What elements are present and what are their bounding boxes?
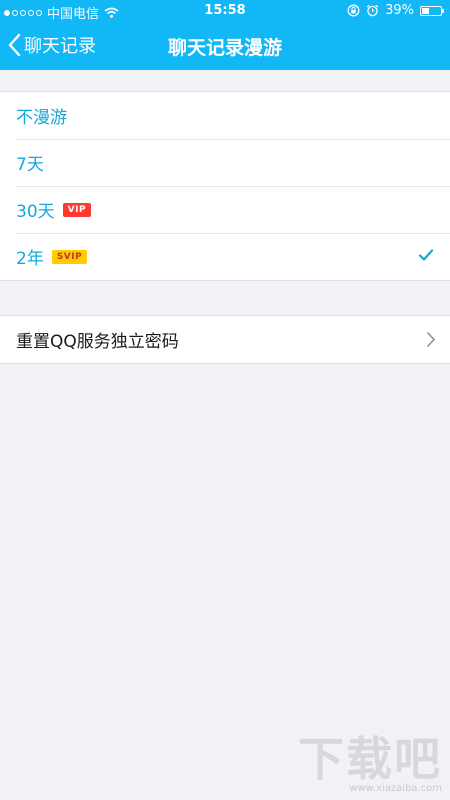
reset-password-item[interactable]: 重置QQ服务独立密码 bbox=[0, 316, 450, 363]
option-label: 7天 bbox=[16, 155, 44, 175]
chevron-right-icon bbox=[427, 332, 435, 347]
reset-password-label: 重置QQ服务独立密码 bbox=[16, 332, 179, 352]
roaming-options-list: 不漫游 7天 30天 VIP 2年 SVIP bbox=[0, 91, 450, 281]
watermark: 下载吧 www.xiazaiba.com bbox=[298, 735, 442, 794]
back-label: 聊天记录 bbox=[24, 36, 96, 57]
option-30-days[interactable]: 30天 VIP bbox=[0, 186, 450, 233]
checkmark-icon bbox=[418, 249, 434, 261]
navigation-bar: 聊天记录 聊天记录漫游 bbox=[0, 22, 450, 70]
battery-percent: 39% bbox=[385, 3, 414, 18]
svip-badge: SVIP bbox=[51, 249, 88, 264]
option-label: 2年 bbox=[16, 249, 44, 269]
status-bar: 中国电信 15:58 39% bbox=[0, 0, 450, 22]
orientation-lock-icon bbox=[347, 4, 360, 17]
vip-badge: VIP bbox=[62, 202, 92, 217]
battery-icon bbox=[420, 5, 444, 16]
top-bar: 中国电信 15:58 39% 聊天记录 聊天记录漫游 bbox=[0, 0, 450, 70]
reset-password-section: 重置QQ服务独立密码 bbox=[0, 315, 450, 364]
status-right: 39% bbox=[347, 3, 444, 18]
option-2-years[interactable]: 2年 SVIP bbox=[0, 233, 450, 280]
option-label: 30天 bbox=[16, 202, 55, 222]
option-no-roaming[interactable]: 不漫游 bbox=[0, 92, 450, 139]
chevron-left-icon bbox=[8, 33, 21, 57]
option-7-days[interactable]: 7天 bbox=[0, 139, 450, 186]
alarm-icon bbox=[366, 4, 379, 17]
watermark-brand: 下载吧 bbox=[298, 732, 442, 786]
back-button[interactable]: 聊天记录 bbox=[8, 32, 96, 58]
option-label: 不漫游 bbox=[16, 108, 67, 128]
